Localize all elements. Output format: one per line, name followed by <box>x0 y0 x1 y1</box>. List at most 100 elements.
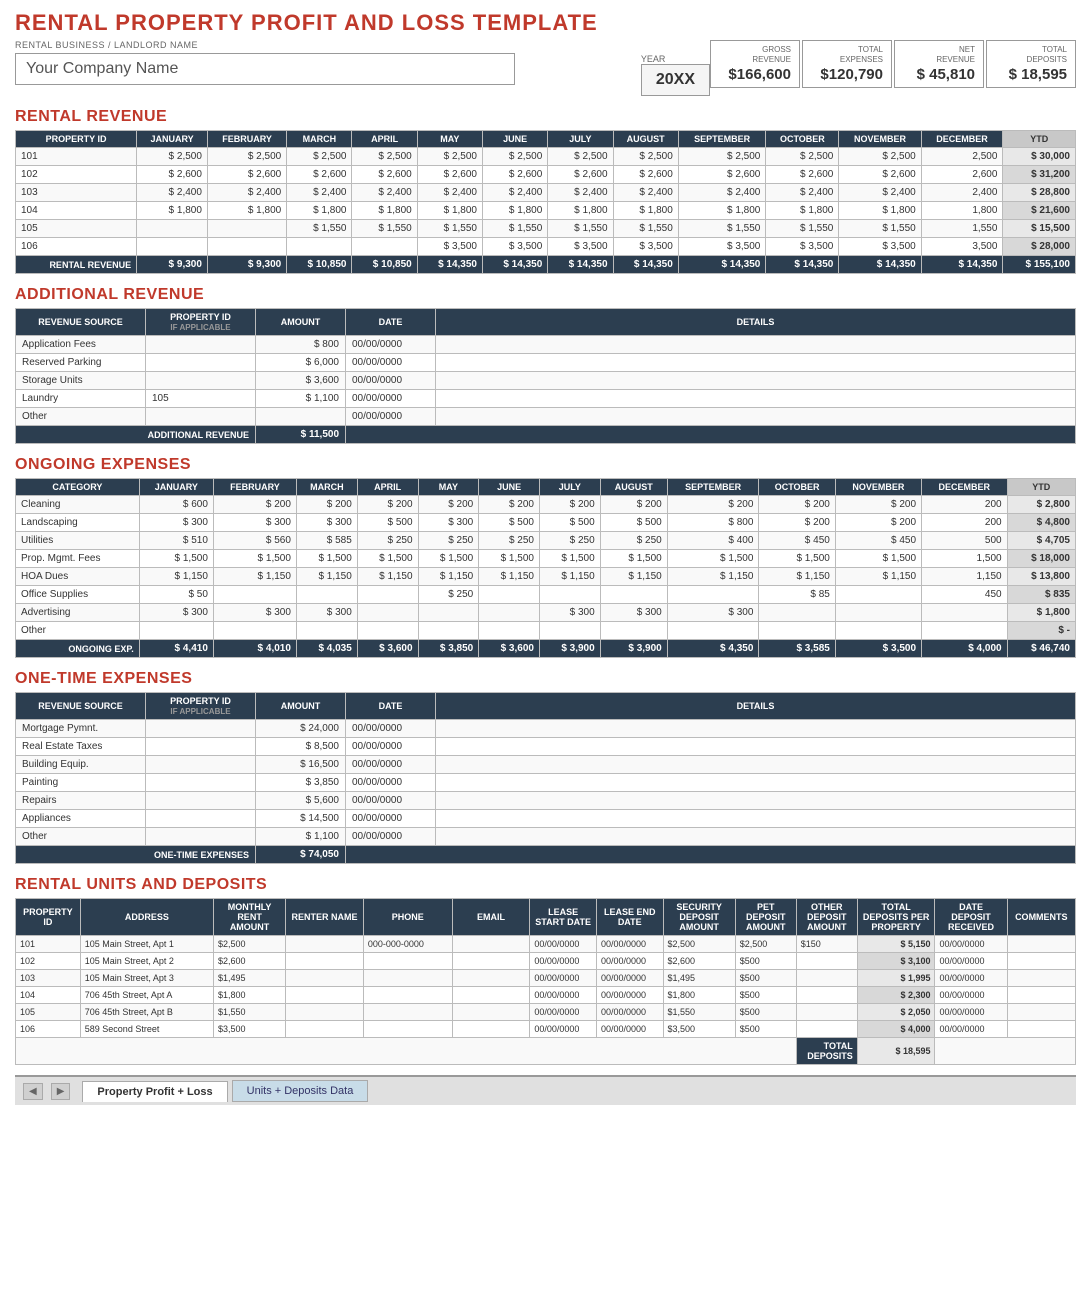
table-row: Reserved Parking$ 6,00000/00/0000 <box>16 354 1076 372</box>
table-row: 103$ 2,400$ 2,400$ 2,400$ 2,400$ 2,400$ … <box>16 184 1076 202</box>
col-ot-details: DETAILS <box>436 693 1076 720</box>
gross-revenue-box: GROSSREVENUE $166,600 <box>710 40 800 88</box>
gross-revenue-value: $166,600 <box>719 66 791 83</box>
table-row: Repairs$ 5,60000/00/0000 <box>16 792 1076 810</box>
page-container: RENTAL PROPERTY PROFIT AND LOSS TEMPLATE… <box>0 0 1091 1292</box>
one-time-expenses-title: ONE-TIME EXPENSES <box>15 670 1076 688</box>
table-row: 104$ 1,800$ 1,800$ 1,800$ 1,800$ 1,800$ … <box>16 202 1076 220</box>
company-name-field[interactable]: Your Company Name <box>15 53 515 85</box>
tab-prev-arrow[interactable]: ◀ <box>23 1083 43 1100</box>
one-time-expenses-table: REVENUE SOURCE PROPERTY IDif applicable … <box>15 692 1076 864</box>
ot-total-value: $ 74,050 <box>256 846 346 864</box>
table-row: Prop. Mgmt. Fees$ 1,500$ 1,500$ 1,500$ 1… <box>16 550 1076 568</box>
table-row: 103105 Main Street, Apt 3$1,49500/00/000… <box>16 970 1076 987</box>
col-details: DETAILS <box>436 309 1076 336</box>
ongoing-expenses-title: ONGOING EXPENSES <box>15 456 1076 474</box>
col-may: MAY <box>417 131 482 148</box>
add-rev-total-value: $ 11,500 <box>256 426 346 444</box>
table-row: Painting$ 3,85000/00/0000 <box>16 774 1076 792</box>
total-deposits-box: TOTALDEPOSITS $ 18,595 <box>986 40 1076 88</box>
col-october: OCTOBER <box>766 131 839 148</box>
table-row: 105$ 1,550$ 1,550$ 1,550$ 1,550$ 1,550$ … <box>16 220 1076 238</box>
col-september: SEPTEMBER <box>678 131 766 148</box>
table-row: Storage Units$ 3,60000/00/0000 <box>16 372 1076 390</box>
table-row: Utilities$ 510$ 560$ 585$ 250$ 250$ 250$… <box>16 532 1076 550</box>
header-left: RENTAL BUSINESS / LANDLORD NAME Your Com… <box>15 40 611 85</box>
table-row: HOA Dues$ 1,150$ 1,150$ 1,150$ 1,150$ 1,… <box>16 568 1076 586</box>
tab-next-arrow[interactable]: ▶ <box>51 1083 71 1100</box>
year-section: YEAR 20XX <box>641 54 710 96</box>
table-row: Building Equip.$ 16,50000/00/0000 <box>16 756 1076 774</box>
table-row: 104706 45th Street, Apt A$1,80000/00/000… <box>16 987 1076 1004</box>
total-expenses-box: TOTALEXPENSES $120,790 <box>802 40 892 88</box>
table-row: Appliances$ 14,50000/00/0000 <box>16 810 1076 828</box>
table-row: Office Supplies$ 50$ 250$ 85450$ 835 <box>16 586 1076 604</box>
tab-bar: ◀ ▶ Property Profit + Loss Units + Depos… <box>15 1075 1076 1105</box>
rental-revenue-total-row: RENTAL REVENUE$ 9,300$ 9,300$ 10,850$ 10… <box>16 256 1076 274</box>
col-march: MARCH <box>287 131 352 148</box>
deposits-total-row: TOTALDEPOSITS $ 18,595 <box>16 1038 1076 1065</box>
table-row: 101$ 2,500$ 2,500$ 2,500$ 2,500$ 2,500$ … <box>16 148 1076 166</box>
table-row: Advertising$ 300$ 300$ 300$ 300$ 300$ 30… <box>16 604 1076 622</box>
table-row: Landscaping$ 300$ 300$ 300$ 500$ 300$ 50… <box>16 514 1076 532</box>
table-row: Other$ - <box>16 622 1076 640</box>
deposits-total-value: $ 18,595 <box>857 1038 935 1065</box>
col-property-id: PROPERTY ID <box>16 131 137 148</box>
col-ot-source: REVENUE SOURCE <box>16 693 146 720</box>
table-row: 102$ 2,600$ 2,600$ 2,600$ 2,600$ 2,600$ … <box>16 166 1076 184</box>
business-label: RENTAL BUSINESS / LANDLORD NAME <box>15 40 611 50</box>
rental-revenue-title: RENTAL REVENUE <box>15 108 1076 126</box>
col-august: AUGUST <box>613 131 678 148</box>
col-february: FEBRUARY <box>207 131 286 148</box>
net-revenue-box: NETREVENUE $ 45,810 <box>894 40 984 88</box>
one-time-total-row: ONE-TIME EXPENSES $ 74,050 <box>16 846 1076 864</box>
tab-property-profit-loss[interactable]: Property Profit + Loss <box>82 1081 227 1102</box>
table-row: 106589 Second Street$3,50000/00/000000/0… <box>16 1021 1076 1038</box>
deposits-total-label: TOTALDEPOSITS <box>796 1038 857 1065</box>
total-deposits-value: $ 18,595 <box>995 66 1067 83</box>
col-december: DECEMBER <box>921 131 1003 148</box>
col-date: DATE <box>346 309 436 336</box>
table-row: 105706 45th Street, Apt B$1,55000/00/000… <box>16 1004 1076 1021</box>
table-row: Application Fees$ 80000/00/0000 <box>16 336 1076 354</box>
ongoing-expenses-table: CATEGORY JANUARY FEBRUARY MARCH APRIL MA… <box>15 478 1076 658</box>
col-july: JULY <box>548 131 613 148</box>
total-expenses-value: $120,790 <box>811 66 883 83</box>
table-row: Laundry105$ 1,10000/00/0000 <box>16 390 1076 408</box>
col-category: CATEGORY <box>16 479 140 496</box>
col-november: NOVEMBER <box>839 131 921 148</box>
additional-revenue-title: ADDITIONAL REVENUE <box>15 286 1076 304</box>
col-revenue-source: REVENUE SOURCE <box>16 309 146 336</box>
header-row: RENTAL BUSINESS / LANDLORD NAME Your Com… <box>15 40 1076 96</box>
table-row: 101105 Main Street, Apt 1$2,500000-000-0… <box>16 936 1076 953</box>
col-april: APRIL <box>352 131 417 148</box>
col-property-id-applicable: PROPERTY IDif applicable <box>146 309 256 336</box>
col-june: JUNE <box>483 131 548 148</box>
additional-revenue-total-row: ADDITIONAL REVENUE $ 11,500 <box>16 426 1076 444</box>
net-revenue-value: $ 45,810 <box>903 66 975 83</box>
col-ot-amount: AMOUNT <box>256 693 346 720</box>
rental-units-table: PROPERTY ID ADDRESS MONTHLY RENT AMOUNT … <box>15 898 1076 1065</box>
col-january: JANUARY <box>137 131 208 148</box>
main-title: RENTAL PROPERTY PROFIT AND LOSS TEMPLATE <box>15 10 1076 36</box>
table-row: Other$ 1,10000/00/0000 <box>16 828 1076 846</box>
table-row: 106$ 3,500$ 3,500$ 3,500$ 3,500$ 3,500$ … <box>16 238 1076 256</box>
col-amount: AMOUNT <box>256 309 346 336</box>
col-ytd: YTD <box>1003 131 1076 148</box>
rental-units-title: RENTAL UNITS AND DEPOSITS <box>15 876 1076 894</box>
table-row: 102105 Main Street, Apt 2$2,60000/00/000… <box>16 953 1076 970</box>
table-row: Other00/00/0000 <box>16 408 1076 426</box>
additional-revenue-table: REVENUE SOURCE PROPERTY IDif applicable … <box>15 308 1076 444</box>
col-ot-date: DATE <box>346 693 436 720</box>
ot-total-label: ONE-TIME EXPENSES <box>16 846 256 864</box>
tab-navigation: ◀ ▶ <box>23 1083 70 1100</box>
table-row: Mortgage Pymnt.$ 24,00000/00/0000 <box>16 720 1076 738</box>
add-rev-total-label: ADDITIONAL REVENUE <box>16 426 256 444</box>
year-field[interactable]: 20XX <box>641 64 710 96</box>
table-row: Real Estate Taxes$ 8,50000/00/0000 <box>16 738 1076 756</box>
table-row: Cleaning$ 600$ 200$ 200$ 200$ 200$ 200$ … <box>16 496 1076 514</box>
summary-boxes: GROSSREVENUE $166,600 TOTALEXPENSES $120… <box>710 40 1076 88</box>
rental-revenue-table: PROPERTY ID JANUARY FEBRUARY MARCH APRIL… <box>15 130 1076 274</box>
tab-units-deposits-data[interactable]: Units + Deposits Data <box>232 1080 369 1102</box>
year-label: YEAR <box>641 54 710 64</box>
